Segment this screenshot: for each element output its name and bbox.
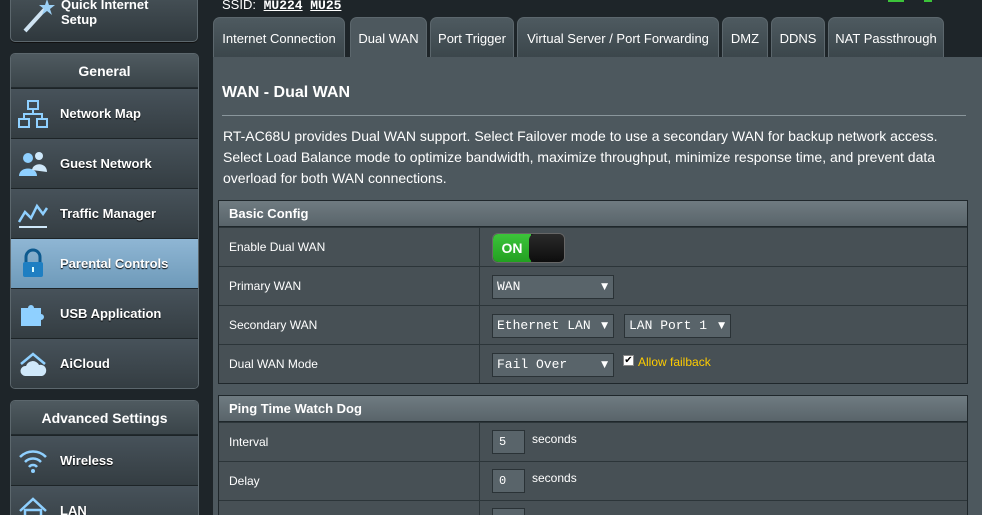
guest-network-icon (19, 152, 47, 176)
secondary-wan-value: Ethernet LAN (497, 318, 591, 333)
lock-icon (23, 248, 43, 277)
sidebar-item-lan[interactable]: LAN (11, 485, 198, 515)
home-icon (19, 497, 47, 515)
advanced-settings-menu: Advanced Settings Wireless LAN (10, 400, 199, 515)
ssid-label: SSID: (222, 0, 256, 12)
sidebar-item-label: Network Map (60, 106, 141, 121)
enable-dual-wan-toggle[interactable]: ON (492, 233, 565, 263)
sidebar-item-parental-controls[interactable]: Parental Controls (11, 238, 198, 288)
dual-wan-mode-value: Fail Over (497, 357, 568, 372)
dual-wan-mode-row: Dual WAN Mode Fail Over ▼ ✔ Allow failba… (219, 344, 967, 383)
general-menu: General Network Map Guest Network Traffi… (10, 53, 199, 389)
secondary-wan-port-select[interactable]: LAN Port 1 ▼ (624, 314, 731, 338)
fail-count-row (219, 500, 967, 515)
ssid-network-2[interactable]: MU25 (310, 0, 341, 13)
toggle-knob (529, 234, 564, 262)
quick-internet-setup-label: Quick Internet Setup (61, 0, 149, 27)
delay-unit: seconds (532, 471, 577, 485)
status-icons (888, 0, 932, 2)
main-content: WAN - Dual WAN RT-AC68U provides Dual WA… (213, 57, 982, 515)
interval-input[interactable]: 5 (492, 430, 525, 454)
ssid-network-1[interactable]: MU224 (264, 0, 303, 13)
page-title: WAN - Dual WAN (222, 84, 350, 101)
secondary-wan-row: Secondary WAN Ethernet LAN ▼ LAN Port 1 … (219, 305, 967, 344)
enable-dual-wan-label: Enable Dual WAN (219, 228, 480, 266)
interval-label: Interval (219, 423, 480, 461)
ping-watchdog-section: Ping Time Watch Dog Interval 5 seconds D… (218, 395, 968, 515)
tab-port-trigger[interactable]: Port Trigger (430, 17, 514, 58)
allow-failback-checkbox[interactable]: ✔ (623, 355, 634, 366)
dropdown-arrow-icon: ▼ (601, 282, 608, 292)
wifi-status-icon (924, 0, 932, 2)
secondary-wan-select[interactable]: Ethernet LAN ▼ (492, 314, 614, 338)
fail-count-label (219, 501, 480, 515)
sidebar-item-label: USB Application (60, 306, 162, 321)
network-status-icon (888, 0, 904, 2)
sidebar-item-label: Traffic Manager (60, 206, 157, 221)
delay-input[interactable]: 0 (492, 469, 525, 493)
tab-nat-passthrough[interactable]: NAT Passthrough (828, 17, 944, 58)
dropdown-arrow-icon: ▼ (601, 360, 608, 370)
general-menu-title: General (11, 54, 198, 88)
wand-icon (23, 0, 55, 33)
delay-row: Delay 0 seconds (219, 461, 967, 500)
page-description: RT-AC68U provides Dual WAN support. Sele… (223, 128, 938, 186)
toggle-on-label: ON (493, 234, 531, 262)
secondary-wan-port-value: LAN Port 1 (629, 318, 708, 333)
puzzle-icon (21, 305, 44, 326)
ping-watchdog-title: Ping Time Watch Dog (219, 396, 967, 422)
sidebar-item-wireless[interactable]: Wireless (11, 435, 198, 485)
quick-internet-setup-button[interactable]: Quick Internet Setup (10, 0, 198, 42)
tab-dual-wan[interactable]: Dual WAN (350, 17, 427, 59)
sidebar-item-label: LAN (60, 503, 87, 515)
interval-unit: seconds (532, 432, 577, 446)
sidebar-item-label: Guest Network (60, 156, 152, 171)
primary-wan-select[interactable]: WAN ▼ (492, 275, 614, 299)
advanced-settings-title: Advanced Settings (11, 401, 198, 435)
sidebar: Quick Internet Setup General Network Map… (0, 0, 210, 515)
sidebar-item-network-map[interactable]: Network Map (11, 88, 198, 138)
secondary-wan-label: Secondary WAN (219, 306, 480, 344)
allow-failback-label[interactable]: Allow failback (638, 355, 711, 369)
sidebar-item-label: Parental Controls (60, 256, 169, 271)
enable-dual-wan-row: Enable Dual WAN ON (219, 227, 967, 266)
sidebar-item-traffic-manager[interactable]: Traffic Manager (11, 188, 198, 238)
title-divider (222, 115, 966, 116)
dropdown-arrow-icon: ▼ (601, 321, 608, 331)
fail-count-input[interactable] (492, 508, 525, 515)
tab-ddns[interactable]: DDNS (771, 17, 825, 58)
tab-virtual-server[interactable]: Virtual Server / Port Forwarding (517, 17, 719, 58)
tab-internet-connection[interactable]: Internet Connection (213, 17, 345, 58)
sidebar-item-label: Wireless (60, 453, 114, 468)
primary-wan-row: Primary WAN WAN ▼ (219, 266, 967, 305)
sidebar-item-aicloud[interactable]: AiCloud (11, 338, 198, 388)
wifi-icon (19, 450, 47, 473)
dropdown-arrow-icon: ▼ (718, 321, 725, 331)
primary-wan-value: WAN (497, 279, 521, 294)
traffic-manager-icon (17, 203, 49, 228)
network-map-icon (18, 100, 48, 128)
delay-label: Delay (219, 462, 480, 500)
basic-config-title: Basic Config (219, 201, 967, 227)
dual-wan-mode-label: Dual WAN Mode (219, 345, 480, 383)
basic-config-section: Basic Config Enable Dual WAN ON Primary … (218, 200, 968, 384)
primary-wan-label: Primary WAN (219, 267, 480, 305)
sidebar-item-label: AiCloud (60, 356, 110, 371)
tab-dmz[interactable]: DMZ (722, 17, 768, 58)
sidebar-item-usb-application[interactable]: USB Application (11, 288, 198, 338)
cloud-icon (20, 352, 47, 376)
ssid-display: SSID: MU224 MU25 (222, 0, 341, 13)
interval-row: Interval 5 seconds (219, 422, 967, 461)
dual-wan-mode-select[interactable]: Fail Over ▼ (492, 353, 614, 377)
sidebar-item-guest-network[interactable]: Guest Network (11, 138, 198, 188)
